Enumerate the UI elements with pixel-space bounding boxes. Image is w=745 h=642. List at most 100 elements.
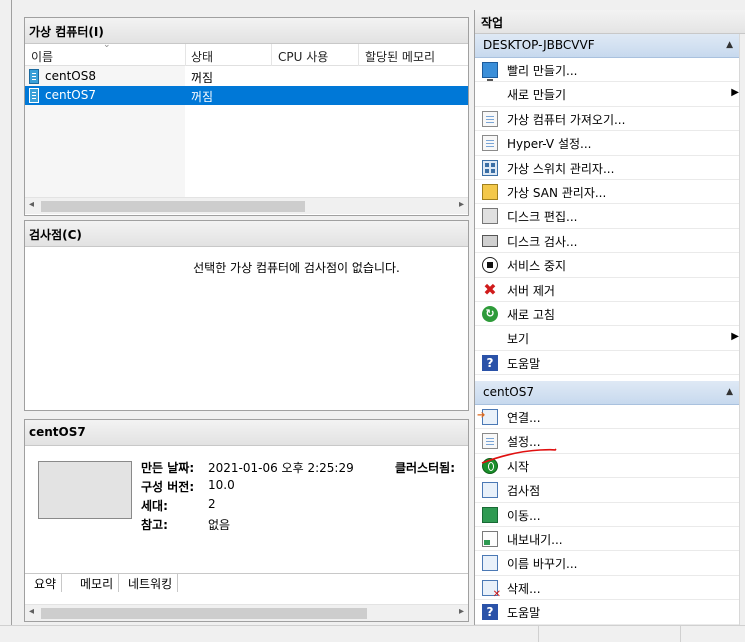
scroll-left-icon[interactable]: ◂ <box>29 606 34 617</box>
action-label: 디스크 편집... <box>507 210 578 225</box>
sort-indicator-icon: ⌄ <box>103 40 111 50</box>
status-bar <box>0 625 745 642</box>
vm-name: centOS8 <box>45 69 96 83</box>
inspect-disk-icon <box>482 234 498 247</box>
action-export[interactable]: 내보내기... <box>475 527 745 552</box>
virtual-san-icon <box>482 183 498 200</box>
action-label: 새로 고침 <box>507 307 555 322</box>
vm-horizontal-scrollbar[interactable]: ◂ ▸ <box>25 197 468 214</box>
scroll-right-icon[interactable]: ▸ <box>459 199 464 210</box>
field-generation-label: 세대: <box>141 499 168 513</box>
action-label: 서버 제거 <box>507 283 555 298</box>
field-created-value: 2021-01-06 오후 2:25:29 <box>208 461 354 475</box>
hyperv-settings-icon <box>482 135 498 152</box>
action-move[interactable]: 이동... <box>475 503 745 528</box>
scroll-right-icon[interactable]: ▸ <box>459 606 464 617</box>
action-remove-server[interactable]: ✖ 서버 제거 <box>475 278 745 302</box>
action-stop-service[interactable]: 서비스 중지 <box>475 253 745 278</box>
vm-group-header[interactable]: centOS7 ▲ <box>475 381 745 406</box>
action-label: 이름 바꾸기... <box>507 557 578 572</box>
vm-state: 꺼짐 <box>191 71 214 85</box>
action-label: 새로 만들기 <box>507 88 567 103</box>
action-view[interactable]: 보기 ▶ <box>475 326 745 351</box>
action-quick-create[interactable]: 빨리 만들기... <box>475 58 745 83</box>
vm-state: 꺼짐 <box>191 90 214 104</box>
submenu-arrow-icon: ▶ <box>731 87 739 99</box>
action-delete[interactable]: 삭제... <box>475 576 745 601</box>
column-separator <box>271 44 272 66</box>
quick-create-icon <box>482 62 498 81</box>
host-group-header[interactable]: DESKTOP-JBBCVVF ▲ <box>475 34 745 58</box>
delete-icon <box>482 579 501 600</box>
help-icon: ? <box>482 604 498 621</box>
collapse-icon[interactable]: ▲ <box>726 40 733 50</box>
import-vm-icon <box>482 110 498 127</box>
action-inspect-disk[interactable]: 디스크 검사... <box>475 229 745 254</box>
scroll-thumb[interactable] <box>41 608 367 619</box>
action-help-host[interactable]: ? 도움말 <box>475 351 745 376</box>
column-cpu[interactable]: CPU 사용 <box>278 48 328 65</box>
action-label: 가상 컴퓨터 가져오기... <box>507 112 626 127</box>
details-tabs: 요약 메모리 네트워킹 <box>25 573 468 592</box>
action-label: 검사점 <box>507 484 541 499</box>
host-group-name: DESKTOP-JBBCVVF <box>483 38 595 52</box>
tab-memory[interactable]: 메모리 <box>75 574 120 592</box>
vm-list: centOS8 꺼짐 centOS7 꺼짐 <box>25 66 468 197</box>
checkpoint-empty-message: 선택한 가상 컴퓨터에 검사점이 없습니다. <box>193 261 400 275</box>
red-underline-annotation <box>481 448 557 464</box>
scroll-left-icon[interactable]: ◂ <box>29 199 34 210</box>
action-label: 도움말 <box>507 606 541 621</box>
checkpoint-icon <box>482 482 498 499</box>
action-edit-disk[interactable]: 디스크 편집... <box>475 204 745 229</box>
actions-vertical-scrollbar[interactable] <box>739 34 745 625</box>
details-horizontal-scrollbar[interactable]: ◂ ▸ <box>25 604 468 621</box>
move-icon <box>482 506 498 523</box>
details-panel-title: centOS7 <box>25 420 468 446</box>
left-navigation-strip <box>0 0 12 625</box>
vm-column-header: 이름 ⌄ 상태 CPU 사용 할당된 메모리 <box>25 40 468 66</box>
column-memory[interactable]: 할당된 메모리 <box>365 48 435 65</box>
column-state[interactable]: 상태 <box>191 48 213 65</box>
vm-icon <box>29 88 39 103</box>
action-checkpoint[interactable]: 검사점 <box>475 478 745 503</box>
virtual-switch-icon <box>482 159 498 176</box>
vm-row-centos8[interactable]: centOS8 꺼짐 <box>25 67 468 86</box>
collapse-icon[interactable]: ▲ <box>726 387 733 397</box>
tab-networking[interactable]: 네트워킹 <box>123 574 179 592</box>
checkpoint-panel-title: 검사점(C) <box>25 221 468 247</box>
field-version-value: 10.0 <box>208 478 235 492</box>
edit-disk-icon <box>482 208 498 225</box>
submenu-arrow-icon: ▶ <box>731 331 739 343</box>
action-label: 디스크 검사... <box>507 234 578 249</box>
action-rename[interactable]: 이름 바꾸기... <box>475 551 745 576</box>
action-label: 보기 <box>507 332 530 347</box>
vm-group-name: centOS7 <box>483 385 534 400</box>
action-refresh[interactable]: ↻ 새로 고침 <box>475 302 745 327</box>
refresh-icon: ↻ <box>482 305 498 322</box>
actions-title: 작업 <box>475 10 745 34</box>
column-name[interactable]: 이름 <box>31 48 53 65</box>
vm-details-panel: centOS7 만든 날짜: 2021-01-06 오후 2:25:29 구성 … <box>24 419 469 622</box>
action-import-vm[interactable]: 가상 컴퓨터 가져오기... <box>475 107 745 132</box>
action-connect[interactable]: 연결... <box>475 405 745 430</box>
vm-icon <box>29 69 39 84</box>
action-label: 삭제... <box>507 581 541 596</box>
virtual-machines-panel: 가상 컴퓨터(I) 이름 ⌄ 상태 CPU 사용 할당된 메모리 centOS8… <box>24 17 469 216</box>
vm-row-centos7[interactable]: centOS7 꺼짐 <box>25 86 468 105</box>
vm-name: centOS7 <box>45 88 96 102</box>
status-divider <box>680 626 681 642</box>
status-divider <box>538 626 539 642</box>
action-hyperv-settings[interactable]: Hyper-V 설정... <box>475 131 745 156</box>
field-notes-label: 참고: <box>141 518 168 532</box>
action-label: 도움말 <box>507 356 541 371</box>
action-help-vm[interactable]: ? 도움말 <box>475 600 745 625</box>
tab-summary[interactable]: 요약 <box>29 574 63 592</box>
scroll-thumb[interactable] <box>41 201 305 212</box>
column-separator <box>358 44 359 66</box>
action-new[interactable]: 새로 만들기 ▶ <box>475 82 745 107</box>
column-separator <box>185 44 186 66</box>
action-label: Hyper-V 설정... <box>507 137 592 152</box>
stop-service-icon <box>482 257 498 274</box>
action-virtual-switch-manager[interactable]: 가상 스위치 관리자... <box>475 156 745 180</box>
action-virtual-san-manager[interactable]: 가상 SAN 관리자... <box>475 180 745 205</box>
